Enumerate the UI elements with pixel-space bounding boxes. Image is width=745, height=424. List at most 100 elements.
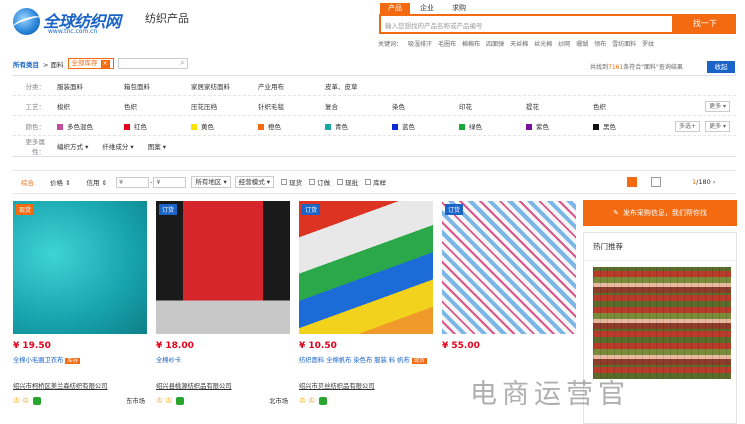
hot-keywords: 关键词： 吸湿排汗 毛圈布 棉棉布 四面弹 天丝棉 丝光棉 纱网 珊瑚 领布 雪纺面料 罗纹 — [378, 39, 740, 48]
dropdown-fiber[interactable]: 纤维成分 ▾ — [102, 141, 133, 151]
breadcrumb-current[interactable]: > 面料 — [43, 59, 64, 69]
filter-option[interactable]: 梭织 — [57, 101, 124, 111]
keyword-link[interactable]: 珊瑚 — [576, 41, 588, 48]
color-option[interactable]: 青色 — [325, 121, 392, 131]
sort-credit[interactable]: 信用 ⇕ — [79, 177, 116, 187]
grid-view-icon[interactable] — [627, 177, 637, 187]
price-min-input[interactable]: ¥ — [116, 176, 150, 188]
filter-row-advanced: 更多属性： 编织方式 ▾ 纤维成分 ▾ 图案 ▾ — [13, 136, 736, 156]
product-card[interactable]: 订货 ¥ 10.50 纺织面料 全棉帆布 染色布 服装 料 帆布 现货 绍兴市贝丝纺织品… — [299, 201, 433, 405]
sort-default[interactable]: 综合 — [13, 177, 42, 187]
filter-tag[interactable]: 全部库存 × — [67, 58, 114, 69]
product-name[interactable]: 纺织面料 全棉帆布 染色布 服装 料 帆布 现货 — [299, 355, 433, 377]
color-swatch-icon — [459, 123, 465, 130]
checkbox-sample[interactable]: 库样 — [365, 177, 386, 187]
site-url: www.tnc.com.cn — [48, 28, 98, 35]
filter-row-process: 工艺： 梭织 色织 压花压绉 针织毛毯 复合 染色 印花 提花 色织 更多 ▾ — [13, 96, 736, 116]
verified-icon — [176, 396, 185, 405]
filter-option[interactable]: 提花 — [526, 101, 593, 111]
keyword-link[interactable]: 罗纹 — [642, 41, 654, 48]
keyword-link[interactable]: 领布 — [594, 41, 606, 48]
hot-product-image[interactable] — [593, 267, 731, 379]
filter-option[interactable]: 箱包面料 — [124, 81, 191, 91]
product-name[interactable]: 全棉纱卡 — [156, 355, 290, 377]
search-input[interactable]: 输入您想找的产品名称或产品编号 — [379, 14, 674, 34]
filter-option[interactable]: 复合 — [325, 101, 392, 111]
product-image[interactable]: 订货 — [442, 201, 576, 334]
result-count: 共找到7161条符合"面料"查询结果 — [590, 64, 683, 71]
filter-option[interactable]: 针织毛毯 — [258, 101, 325, 111]
color-swatch-icon — [191, 123, 197, 130]
filter-option[interactable]: 家居家纺面料 — [191, 81, 258, 91]
breadcrumb-root[interactable]: 所有类目 — [13, 59, 39, 69]
filter-option[interactable]: 印花 — [459, 101, 526, 111]
dropdown-pattern[interactable]: 图案 ▾ — [148, 141, 166, 151]
filter-label: 分类： — [25, 82, 46, 91]
keyword-link[interactable]: 毛圈布 — [438, 41, 456, 48]
keyword-link[interactable]: 吸湿排汗 — [408, 41, 432, 48]
filter-option[interactable]: 色织 — [593, 101, 660, 111]
close-icon[interactable]: × — [100, 59, 110, 68]
publish-purchase-button[interactable]: ✎ 发布采购信息，我们帮你找 — [583, 200, 737, 226]
company-link[interactable]: 绍兴市柯桥区美兰森纺织有限公司 — [13, 381, 147, 390]
filter-option[interactable]: 色织 — [124, 101, 191, 111]
search-tab-products[interactable]: 产品 — [380, 3, 410, 14]
filter-option[interactable]: 压花压绉 — [191, 101, 258, 111]
filter-option[interactable]: 服装面料 — [57, 81, 124, 91]
business-mode-select[interactable]: 经营模式 ▾ — [234, 176, 275, 188]
more-button[interactable]: 更多 ▾ — [705, 121, 730, 132]
credit-rating: ♔ ♔ — [299, 396, 433, 405]
color-option[interactable]: 黑色 — [593, 121, 660, 131]
product-image[interactable]: 订货 — [156, 201, 290, 334]
checkbox-wholesale[interactable]: 现批 — [337, 177, 358, 187]
sort-price[interactable]: 价格 ⇕ — [42, 177, 79, 187]
filter-label: 颜色： — [25, 122, 46, 131]
breadcrumb-search-input[interactable] — [117, 58, 188, 69]
region-select[interactable]: 所有地区 ▾ — [191, 176, 231, 188]
filter-option[interactable]: 皮革、皮草 — [325, 81, 392, 91]
keyword-link[interactable]: 棉棉布 — [462, 41, 480, 48]
product-image[interactable]: 订货 — [299, 201, 433, 334]
product-tag: 库存 — [65, 358, 81, 364]
keyword-link[interactable]: 天丝棉 — [510, 41, 528, 48]
product-card[interactable]: 现货 ¥ 19.50 全棉小毛圈卫衣布 库存 绍兴市柯桥区美兰森纺织有限公司 ♔ ♔ 东市场 — [13, 201, 147, 405]
collapse-button[interactable]: 收起 — [707, 61, 735, 73]
color-swatch-icon — [258, 123, 264, 130]
color-option[interactable]: 橙色 — [258, 121, 325, 131]
color-option[interactable]: 紫色 — [526, 121, 593, 131]
filter-tag-label: 全部库存 — [71, 59, 98, 67]
keyword-link[interactable]: 雪纺面料 — [612, 41, 636, 48]
color-option[interactable]: 红色 — [124, 121, 191, 131]
filter-option[interactable]: 产业用布 — [258, 81, 325, 91]
verified-icon — [33, 396, 42, 405]
checkbox-custom[interactable]: 订做 — [309, 177, 330, 187]
filter-row-category: 分类： 服装面料 箱包面料 家居家纺面料 产业用布 皮革、皮草 — [13, 76, 736, 96]
product-name[interactable]: 全棉小毛圈卫衣布 库存 — [13, 355, 147, 377]
keyword-link[interactable]: 丝光棉 — [534, 41, 552, 48]
checkbox-in-stock[interactable]: 现货 — [281, 177, 302, 187]
search-tab-companies[interactable]: 企业 — [412, 3, 442, 14]
crown-icon: ♔ — [165, 396, 173, 405]
product-image[interactable]: 现货 — [13, 201, 147, 334]
company-link[interactable]: 绍兴县桃源纺织品有限公司 — [156, 381, 290, 390]
price-max-input[interactable]: ¥ — [153, 176, 187, 188]
product-card[interactable]: 订货 ¥ 18.00 全棉纱卡 绍兴县桃源纺织品有限公司 ♔ ♔ 北市场 — [156, 201, 290, 405]
next-page-button[interactable]: › — [713, 178, 716, 186]
color-option[interactable]: 绿色 — [459, 121, 526, 131]
keyword-link[interactable]: 四面弹 — [486, 41, 504, 48]
keyword-link[interactable]: 纱网 — [558, 41, 570, 48]
company-link[interactable]: 绍兴市贝丝纺织品有限公司 — [299, 381, 433, 390]
color-option-label: 紫色 — [536, 122, 549, 131]
color-option[interactable]: 蓝色 — [392, 121, 459, 131]
product-price: ¥ 19.50 — [13, 341, 51, 351]
product-card[interactable]: 订货 ¥ 55.00 — [442, 201, 576, 381]
color-option[interactable]: 黄色 — [191, 121, 258, 131]
more-button[interactable]: 更多 ▾ — [705, 101, 730, 112]
filter-option[interactable]: 染色 — [392, 101, 459, 111]
search-tab-purchases[interactable]: 求购 — [444, 3, 474, 14]
multi-select-button[interactable]: 多选+ — [674, 121, 700, 132]
search-button[interactable]: 找一下 — [674, 14, 736, 34]
dropdown-weave[interactable]: 编织方式 ▾ — [57, 141, 88, 151]
list-view-icon[interactable] — [651, 177, 661, 187]
color-option[interactable]: 多色混色 — [57, 121, 124, 131]
